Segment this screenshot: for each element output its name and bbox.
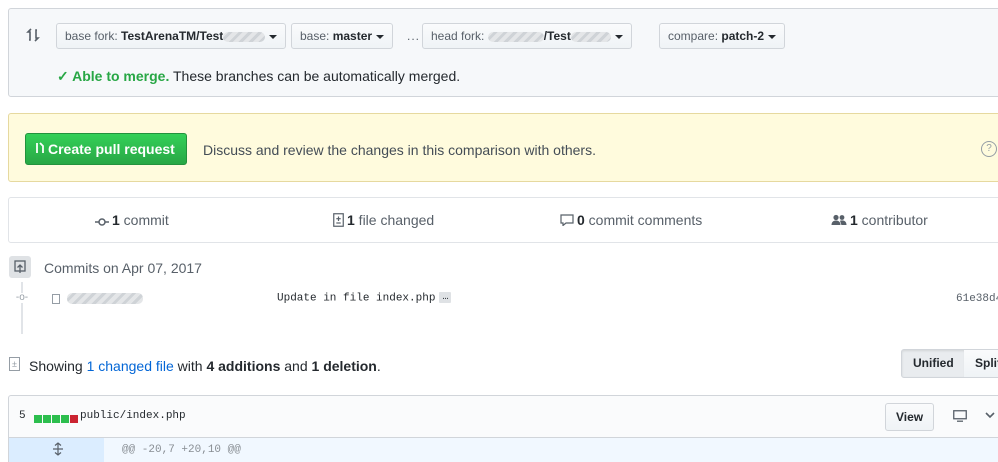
head-fork-value: /Test <box>543 29 571 43</box>
diff-stats: Showing 1 changed file with 4 additions … <box>29 358 381 374</box>
commit-icon: -o- <box>14 292 30 303</box>
diffstat-block-added <box>43 415 51 423</box>
caret-down-icon <box>768 34 777 39</box>
comparison-summary: 1 commit 1 file changed 0 commit comment… <box>8 197 998 243</box>
redacted-author[interactable] <box>67 293 143 304</box>
contributors-count: 1 <box>850 212 858 228</box>
redacted-text <box>570 31 611 42</box>
commits-tab[interactable]: 1 commit <box>95 212 169 229</box>
base-fork-value: TestArenaTM/Test <box>121 29 224 43</box>
head-fork-select[interactable]: head fork: /Test <box>422 23 632 49</box>
commit-comments-label: commit comments <box>584 212 703 228</box>
files-changed-count: 1 <box>347 212 355 228</box>
unfold-icon[interactable] <box>51 442 65 456</box>
file-diff-icon: ± <box>9 357 20 371</box>
additions-count: 4 additions <box>206 358 281 374</box>
diffstat-block-added <box>61 415 69 423</box>
changed-files-link[interactable]: 1 changed file <box>87 358 174 374</box>
file-icon[interactable] <box>52 294 60 304</box>
base-branch-value: master <box>332 29 373 43</box>
commit-comments-count: 0 <box>577 212 585 228</box>
caret-down-icon <box>269 34 278 39</box>
chevron-down-icon[interactable] <box>985 408 995 422</box>
range-editor: base fork: TestArenaTM/Test base: master… <box>8 8 998 97</box>
redacted-text <box>223 31 266 42</box>
compare-arrows-icon <box>26 27 40 43</box>
file-header: 5 public/index.php View <box>8 395 998 438</box>
compare-branch-value: patch-2 <box>721 29 765 43</box>
view-file-button[interactable]: View <box>885 403 935 431</box>
diffstat-block-deleted <box>70 415 78 423</box>
merge-status-detail: These branches can be automatically merg… <box>169 68 461 84</box>
caret-down-icon <box>614 34 623 39</box>
base-fork-select[interactable]: base fork: TestArenaTM/Test <box>56 23 287 49</box>
create-pull-request-button[interactable]: Create pull request <box>25 133 187 165</box>
redacted-text <box>487 31 544 42</box>
base-branch-select[interactable]: base: master <box>291 23 394 49</box>
files-changed-label: file changed <box>354 212 435 228</box>
commit-sha-link[interactable]: 61e38d4 <box>956 293 998 305</box>
file-change-count: 5 <box>19 410 26 422</box>
diffstat-block-added <box>34 415 42 423</box>
file-path-link[interactable]: public/index.php <box>80 410 186 422</box>
comment-icon <box>560 213 574 229</box>
diff-showing: Showing <box>29 358 87 374</box>
commits-count: 1 <box>112 212 120 228</box>
caret-down-icon <box>376 34 385 39</box>
hunk-gutter <box>9 438 104 462</box>
commit-message: Update in file index.php <box>277 292 436 305</box>
diff-with: with <box>173 358 207 374</box>
base-branch-label: base: <box>300 29 330 43</box>
commit-comments-tab[interactable]: 0 commit comments <box>560 212 702 229</box>
expand-message-button[interactable]: … <box>439 292 452 303</box>
display-rich-diff-icon[interactable] <box>953 410 967 422</box>
hunk-header-row: @@ -20,7 +20,10 @@ <box>8 438 998 462</box>
base-fork-label: base fork: <box>65 29 118 43</box>
commit-icon <box>95 213 109 229</box>
split-view-button[interactable]: Split <box>964 349 998 378</box>
question-icon[interactable]: ? <box>981 141 997 157</box>
files-changed-tab[interactable]: 1 file changed <box>333 212 434 230</box>
contributors-label: contributor <box>857 212 928 228</box>
timeline-line <box>21 282 23 334</box>
contributors-tab[interactable]: 1 contributor <box>831 212 928 229</box>
range-separator: ... <box>407 29 421 43</box>
merge-status-ok: ✓ Able to merge. <box>57 68 170 84</box>
diff-and: and <box>280 358 312 374</box>
people-icon <box>831 213 847 229</box>
create-pr-banner: Create pull request Discuss and review t… <box>8 113 998 182</box>
head-fork-label: head fork: <box>431 29 485 43</box>
merge-status: ✓ Able to merge. These branches can be a… <box>57 68 460 85</box>
create-pull-request-label: Create pull request <box>48 141 175 157</box>
compare-branch-select[interactable]: compare: patch-2 <box>659 23 786 49</box>
commit-group-title: Commits on Apr 07, 2017 <box>44 260 202 276</box>
create-pr-message: Discuss and review the changes in this c… <box>203 142 596 158</box>
commits-label: commit <box>119 212 169 228</box>
pull-request-icon <box>35 135 45 165</box>
repo-push-icon <box>9 256 31 278</box>
diffstat-blocks <box>34 411 79 426</box>
hunk-header-text: @@ -20,7 +20,10 @@ <box>122 444 241 456</box>
compare-branch-label: compare: <box>668 29 719 43</box>
deletions-count: 1 deletion <box>311 358 377 374</box>
commit-message-link[interactable]: Update in file index.php… <box>277 292 452 305</box>
diffstat-block-added <box>52 415 60 423</box>
file-diff-icon <box>333 212 344 230</box>
unified-view-button[interactable]: Unified <box>901 349 966 378</box>
diff-period: . <box>376 358 381 374</box>
